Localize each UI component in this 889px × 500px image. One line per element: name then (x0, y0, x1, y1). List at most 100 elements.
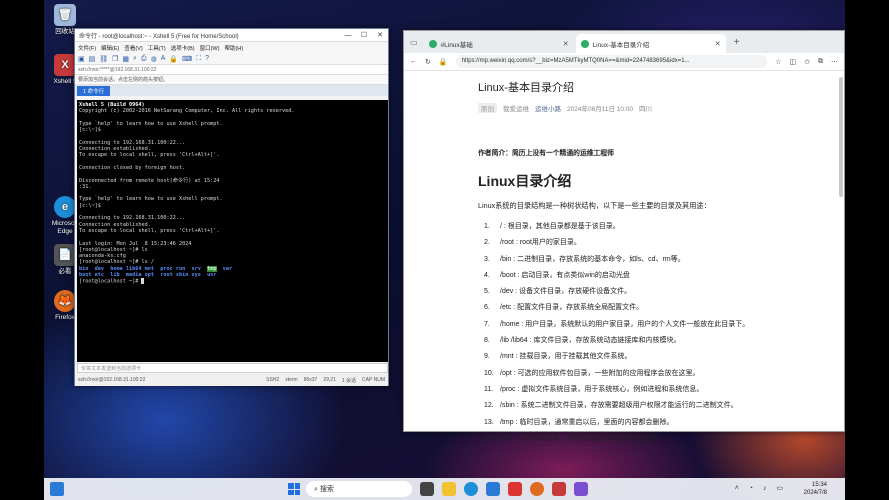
refresh-icon[interactable]: ↻ (425, 58, 431, 66)
status-connection: ssh://root@192.168.31.100:22 (78, 377, 146, 383)
close-icon[interactable]: ✕ (372, 31, 388, 39)
list-number: 6. (484, 304, 490, 312)
terminal-ls-entry: sbin (175, 272, 189, 279)
menu-window[interactable]: 窗口(W) (200, 44, 220, 52)
edge-icon[interactable] (464, 482, 478, 496)
copy-icon[interactable]: ❐ (112, 55, 118, 63)
clock-date: 2024/7/8 (803, 490, 827, 496)
taskbar-search[interactable]: ⌕ 搜索 (306, 481, 412, 497)
help-icon[interactable]: ? (205, 55, 209, 62)
split-icon[interactable]: ◫ (790, 58, 797, 66)
print-icon[interactable]: ⎙ (141, 55, 147, 63)
send-input[interactable]: 仅将文本发送到当前选项卡 (77, 363, 388, 373)
author-intro: 作者简介：简历上没有一个精通的运维工程师 (478, 150, 614, 157)
terminal-ls-entry: media (125, 272, 142, 279)
clock[interactable]: 15:34 2024/7/8 (804, 481, 827, 497)
menu-edit[interactable]: 编辑(E) (101, 44, 119, 52)
send-placeholder: 仅将文本发送到当前选项卡 (81, 366, 142, 372)
list-number: 4. (484, 271, 490, 279)
close-tab-icon[interactable]: ✕ (715, 40, 721, 48)
sidebar-toggle-icon[interactable]: ▭ (408, 38, 422, 53)
list-text: /root : root用户的家目录。 (500, 239, 581, 247)
list-number: 5. (484, 288, 490, 296)
minimize-icon[interactable]: — (340, 32, 356, 39)
terminal-ls-entry: var (222, 265, 233, 272)
close-tab-icon[interactable]: ✕ (563, 40, 569, 48)
fullscreen-icon[interactable]: ⛶ (196, 55, 201, 63)
status-bar: ssh://root@192.168.31.100:22 SSH2 xterm … (75, 374, 388, 386)
account-link[interactable]: 运维小路 (535, 103, 561, 113)
link-icon[interactable]: ⛓ (99, 55, 108, 63)
search-label: 搜索 (319, 486, 334, 493)
back-icon[interactable]: ← (410, 58, 417, 65)
list-text: /bin : 二进制目录，存放系统的基本命令，如ls、cd、rm等。 (500, 255, 685, 263)
url-bar[interactable]: https://mp.weixin.qq.com/s?__biz=MzA5MTk… (455, 55, 768, 68)
terminal-prompt: [root@localhost ~]# (79, 278, 386, 285)
list-number: 7. (484, 320, 490, 328)
widgets-icon[interactable] (50, 482, 64, 496)
list-item: 13. /tmp : 临时目录，通常重启以后，里面的内容都会删除。 (478, 415, 768, 431)
document-icon: 📄 (54, 244, 76, 266)
scrollbar[interactable] (839, 77, 843, 197)
list-item: 4. /boot : 启动目录，有点类似win的启动光盘 (478, 268, 768, 284)
address-bar[interactable]: ssh://root:*****@192.168.31.100:22 (75, 65, 388, 75)
paste-icon[interactable]: ▦ (122, 55, 129, 63)
wps-icon[interactable] (508, 482, 522, 496)
original-badge: 原创 (478, 103, 497, 113)
window-title: 命令行 - root@localhost:~ - Xshell 5 (Free … (79, 33, 239, 40)
collections-icon[interactable]: ⧉ (818, 58, 823, 66)
globe-icon[interactable]: ◍ (151, 55, 157, 63)
xshell-icon[interactable] (552, 482, 566, 496)
wechat-icon (428, 39, 437, 48)
browser-tab-active[interactable]: Linux-基本目录介绍 ✕ (575, 34, 726, 53)
new-tab-icon[interactable]: + (728, 37, 746, 53)
list-text: /usr : 用户资源目录，通常重启是应用程序所在目录。 (500, 434, 665, 442)
favorites-icon[interactable]: ✩ (804, 58, 810, 66)
list-number: 14. (484, 434, 494, 442)
more-icon[interactable]: ⋯ (831, 58, 838, 66)
xshell-titlebar[interactable]: 命令行 - root@localhost:~ - Xshell 5 (Free … (75, 29, 388, 42)
terminal-cursor (141, 278, 145, 285)
store-icon[interactable] (486, 482, 500, 496)
menu-tools[interactable]: 工具(T) (148, 44, 166, 52)
list-item: 6. /etc : 配置文件目录，存放系统全局配置文件。 (478, 300, 768, 316)
section-heading: Linux目录介绍 (478, 173, 572, 189)
star-icon[interactable]: ☆ (775, 58, 781, 66)
menu-view[interactable]: 查看(V) (124, 44, 142, 52)
system-tray[interactable]: ˄ ◔ ♪ ▭ (735, 484, 787, 492)
status-caps: CAP NUM (362, 377, 385, 383)
lock-icon: 🔒 (438, 58, 448, 66)
search-icon[interactable]: ⌕ (133, 55, 137, 63)
new-session-icon[interactable]: ▣ (78, 55, 85, 63)
maximize-icon[interactable]: ☐ (356, 31, 372, 39)
file-explorer-icon[interactable] (442, 482, 456, 496)
terminal-ls-entry: mnt (144, 265, 154, 272)
app-icon[interactable] (574, 482, 588, 496)
menu-file[interactable]: 文件(F) (78, 44, 96, 52)
directory-list: 1. / : 根目录，其他目录都是基于该目录。 2. /root : root用户的家… (478, 219, 768, 447)
menu-help[interactable]: 帮助(H) (224, 44, 243, 52)
browser-tab[interactable]: #Linux基础 ✕ (424, 34, 574, 53)
list-number: 12. (484, 402, 494, 410)
menu-tabs[interactable]: 选项卡(B) (171, 44, 195, 52)
keyboard-icon[interactable]: ⌨ (182, 55, 192, 63)
list-item: 5. /dev : 设备文件目录，存放硬件设备文件。 (478, 284, 768, 300)
session-tab[interactable]: 1 命令行 (77, 86, 111, 96)
tab-title: #Linux基础 (440, 41, 473, 49)
start-icon[interactable] (288, 483, 300, 495)
list-item: 1. / : 根目录，其他目录都是基于该目录。 (478, 219, 768, 235)
list-number: 10. (484, 369, 494, 377)
terminal-ls-entry: opt (144, 272, 154, 279)
list-item: 11. /proc : 虚拟文件系统目录，用于系统核心，例如进程和系统信息。 (478, 382, 768, 398)
article: Linux-基本目录介绍 原创 我爱运维 运维小路 2024年06月11日 10… (478, 75, 768, 447)
terminal-ls-entry: home (110, 265, 123, 272)
open-folder-icon[interactable]: ▤ (89, 55, 96, 63)
font-icon[interactable]: A (161, 55, 166, 62)
firefox-icon[interactable] (530, 482, 544, 496)
task-view-icon[interactable] (420, 482, 434, 496)
status-protocol: SSH2 (266, 377, 280, 383)
browser-window: ▭ #Linux基础 ✕ Linux-基本目录介绍 ✕ + ← ↻ 🔒 http… (403, 30, 845, 442)
terminal-output[interactable]: Xshell 5 (Build 0964) Copyright (c) 2002-… (77, 100, 388, 362)
lock-icon[interactable]: 🔒 (169, 55, 178, 63)
list-text: /mnt : 挂载目录，用于挂载其他文件系统。 (500, 353, 632, 361)
